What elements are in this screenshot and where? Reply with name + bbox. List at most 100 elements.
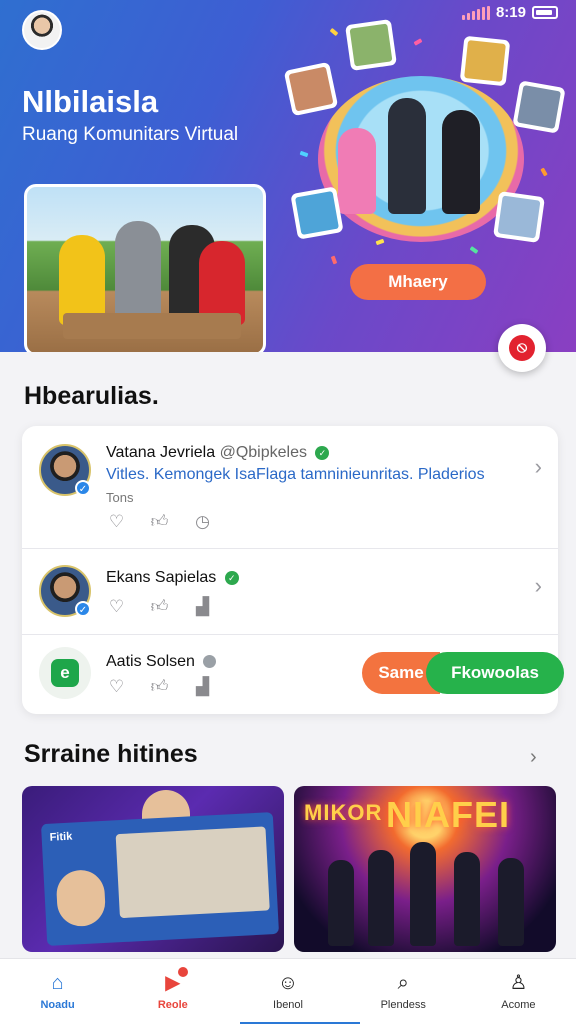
clock-icon[interactable]: ◷ [192, 512, 213, 532]
media-card[interactable]: NIAFEI MIKOR [294, 786, 556, 952]
toggle-option-right[interactable]: Fkowoolas [426, 652, 564, 694]
chevron-right-icon[interactable]: › [535, 573, 542, 599]
verified-icon: ✓ [75, 480, 91, 496]
arrow-right-icon[interactable]: › [530, 746, 537, 769]
photo-tile[interactable] [345, 19, 397, 71]
profile-avatar[interactable] [22, 10, 62, 50]
verified-icon: ✓ [75, 601, 91, 617]
nav-search[interactable]: ⌕ Plendess [346, 959, 461, 1024]
user-name: Aatis Solsen [106, 653, 217, 671]
heart-icon[interactable]: ♡ [106, 677, 127, 697]
video-screen: Fitik [40, 812, 280, 946]
photo-tile[interactable] [459, 35, 511, 87]
group-stage-image[interactable] [318, 76, 524, 242]
nav-label: Reole [157, 999, 188, 1011]
verified-badge-icon: ✓ [315, 445, 330, 460]
media-sign-left: MIKOR [304, 800, 383, 825]
photo-tile[interactable] [493, 191, 545, 243]
avatar: ✓ [39, 444, 91, 496]
gear-badge-icon [203, 655, 217, 669]
confetti [329, 27, 339, 37]
heart-icon[interactable]: ♡ [106, 512, 127, 532]
heart-icon[interactable]: ♡ [106, 597, 127, 617]
action-bar: ♡ 👍︎ ▟ [106, 597, 213, 617]
user-handle: @Qbipkeles [219, 444, 307, 461]
person-figure [328, 860, 354, 946]
app-subtitle: Ruang Komunitars Virtual [22, 124, 239, 145]
photo-tile[interactable] [290, 186, 344, 240]
user-icon: ♙ [509, 972, 528, 994]
video-inner [115, 826, 270, 919]
app-title: Nlbilaisla [22, 84, 159, 119]
community-photo[interactable] [24, 184, 266, 352]
user-handle-text: Qbipkeles [235, 444, 307, 461]
brand-logo-icon: e [39, 647, 91, 699]
media-card[interactable]: Fitik [22, 786, 284, 952]
confetti [299, 150, 309, 158]
bars-icon[interactable]: ▟ [192, 677, 213, 697]
hero-cta-button[interactable]: Mhaery [350, 264, 486, 300]
segmented-toggle[interactable]: Same Fkowoolas [362, 652, 564, 694]
nav-label: Acome [501, 999, 536, 1011]
bottom-nav: ⌂ Noadu ▶ Reole ☺ Ibenol ⌕ Plendess ♙ Ac… [0, 958, 576, 1024]
section-title: Srraine hitines [24, 740, 198, 768]
confetti [413, 38, 423, 46]
person-figure [442, 110, 480, 214]
user-name-text: Ekans Sapielas [106, 569, 217, 586]
avatar: ✓ [39, 565, 91, 617]
user-name: Vatana Jevriela @Qbipkeles ✓ [106, 444, 330, 462]
search-icon: ⌕ [397, 972, 409, 994]
confetti [375, 238, 385, 246]
person-figure [454, 852, 480, 946]
battery-icon [532, 6, 558, 19]
feed-card: ✓ Vatana Jevriela @Qbipkeles ✓ Vitles. K… [22, 426, 564, 714]
person-figure [59, 235, 105, 325]
list-item[interactable]: e Aatis Solsen ♡ 👍︎ ▟ Same Fkowoolas [22, 634, 564, 714]
photo-tile[interactable] [512, 80, 566, 134]
person-figure [498, 858, 524, 946]
table [63, 313, 241, 339]
user-name-text: Vatana Jevriela [106, 444, 216, 461]
signal-icon [461, 5, 490, 20]
face-icon: ☺ [277, 972, 299, 994]
person-figure [368, 850, 394, 946]
person-figure [338, 128, 376, 214]
nav-home[interactable]: ⌂ Noadu [0, 959, 115, 1024]
list-item[interactable]: ✓ Vatana Jevriela @Qbipkeles ✓ Vitles. K… [22, 426, 558, 548]
verified-badge-icon: ✓ [224, 570, 239, 585]
hero-banner: 8:19 Nlbilaisla Ruang Komunitars Virtual… [0, 0, 576, 352]
list-item[interactable]: ✓ Ekans Sapielas ✓ ♡ 👍︎ ▟ › [22, 548, 558, 634]
confetti [540, 167, 548, 177]
nav-label: Ibenol [273, 999, 303, 1011]
confetti [469, 246, 479, 254]
record-icon: ⦸ [509, 335, 535, 361]
photo-tile[interactable] [283, 61, 339, 117]
thumbs-up-icon[interactable]: 👍︎ [149, 512, 170, 532]
person-figure [115, 221, 161, 325]
media-sign: NIAFEI [386, 794, 511, 835]
nav-account[interactable]: ♙ Acome [461, 959, 576, 1024]
post-message: Vitles. Kemongek IsaFlaga tamninieunrita… [106, 466, 485, 483]
status-bar: 8:19 [461, 4, 558, 21]
person-figure [410, 842, 436, 946]
home-icon: ⌂ [51, 972, 64, 994]
media-label: Fitik [49, 830, 73, 844]
nav-label: Noadu [40, 999, 75, 1011]
thumbs-up-icon[interactable]: 👍︎ [149, 597, 170, 617]
nav-reels[interactable]: ▶ Reole [115, 959, 230, 1024]
confetti [330, 255, 338, 265]
status-time: 8:19 [495, 4, 526, 21]
user-name-text: Aatis Solsen [106, 653, 195, 670]
record-fab[interactable]: ⦸ [498, 324, 546, 372]
person-figure [55, 868, 107, 928]
play-icon: ▶ [165, 972, 181, 994]
section-title: Hbearulias. [24, 382, 159, 410]
chevron-right-icon[interactable]: › [535, 454, 542, 480]
nav-label: Plendess [380, 999, 426, 1011]
nav-center[interactable]: ☺ Ibenol [230, 959, 361, 1024]
thumbs-up-icon[interactable]: 👍︎ [149, 677, 170, 697]
bars-icon[interactable]: ▟ [192, 597, 213, 617]
user-name: Ekans Sapielas ✓ [106, 569, 239, 587]
action-bar: ♡ 👍︎ ▟ [106, 677, 213, 697]
person-figure [388, 98, 426, 214]
